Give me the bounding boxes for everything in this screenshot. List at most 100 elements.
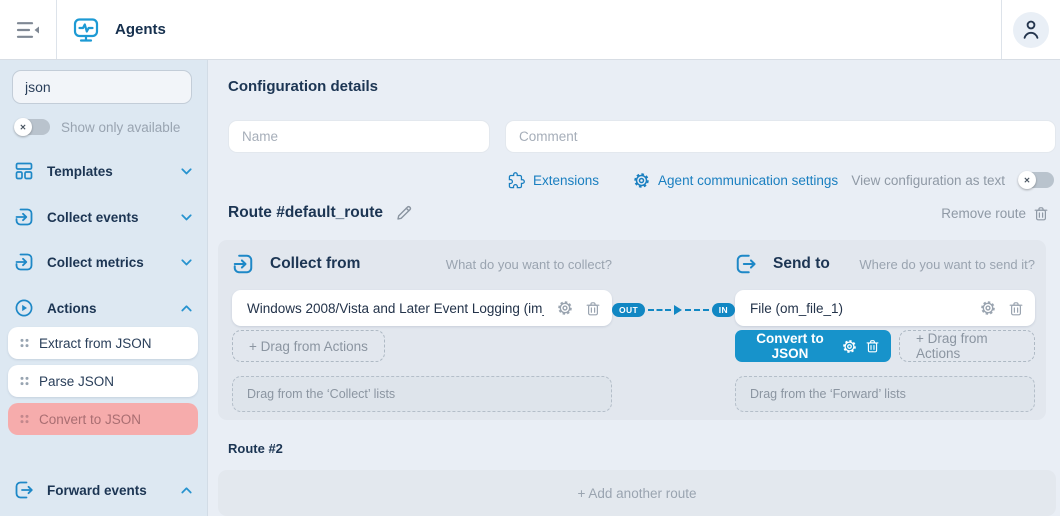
gear-icon bbox=[980, 300, 996, 316]
connector-arrow-icon bbox=[674, 305, 682, 315]
action-card-extract-from-json[interactable]: Extract from JSON bbox=[8, 327, 198, 359]
collapse-sidebar-icon bbox=[16, 21, 40, 39]
connector-dash-line bbox=[648, 309, 671, 311]
action-card-label: Parse JSON bbox=[39, 374, 114, 389]
show-only-available-toggle[interactable]: ✕ bbox=[14, 119, 50, 135]
main-content: Configuration details Extensions Agent c… bbox=[208, 60, 1060, 516]
send-module-delete-button[interactable] bbox=[1009, 301, 1023, 316]
collect-events-icon bbox=[14, 207, 34, 227]
add-another-route-button[interactable]: + Add another route bbox=[218, 470, 1056, 516]
convert-to-json-action-button[interactable]: Convert to JSON bbox=[735, 330, 891, 362]
send-module-settings-button[interactable] bbox=[980, 300, 996, 316]
route-panel: Collect from What do you want to collect… bbox=[218, 240, 1046, 420]
action-card-convert-to-json[interactable]: Convert to JSON bbox=[8, 403, 198, 435]
collect-dropzone-label: Drag from the ‘Collect’ lists bbox=[247, 387, 395, 401]
top-bar: Agents bbox=[0, 0, 1060, 60]
toggle-knob-x-icon: ✕ bbox=[1018, 171, 1036, 189]
drag-handle-icon bbox=[20, 414, 29, 424]
view-configuration-as-text-toggle[interactable]: ✕ bbox=[1018, 172, 1054, 188]
view-configuration-as-text-label: View configuration as text bbox=[851, 173, 1005, 188]
send-module-card[interactable]: File (om_file_1) bbox=[735, 290, 1035, 326]
search-input[interactable] bbox=[12, 70, 192, 104]
collect-lists-dropzone[interactable]: Drag from the ‘Collect’ lists bbox=[232, 376, 612, 412]
extensions-label: Extensions bbox=[533, 173, 599, 188]
sidebar-item-label: Collect metrics bbox=[47, 255, 168, 270]
forward-dropzone-label: Drag from the ‘Forward’ lists bbox=[750, 387, 906, 401]
sidebar-item-label: Actions bbox=[47, 301, 168, 316]
send-drag-from-actions-dropzone[interactable]: + Drag from Actions bbox=[899, 330, 1035, 362]
agent-communication-settings-link[interactable]: Agent communication settings bbox=[633, 172, 838, 189]
trash-icon bbox=[1009, 301, 1023, 316]
route2-title: Route #2 bbox=[228, 441, 283, 456]
forward-lists-dropzone[interactable]: Drag from the ‘Forward’ lists bbox=[735, 376, 1035, 412]
collect-from-column: Collect from What do you want to collect… bbox=[232, 240, 612, 420]
extensions-link[interactable]: Extensions bbox=[508, 172, 599, 189]
drag-handle-icon bbox=[20, 376, 29, 386]
header-divider-left bbox=[56, 0, 57, 59]
toggle-knob-x-icon: ✕ bbox=[14, 118, 32, 136]
connector-dash-line bbox=[685, 309, 708, 311]
chevron-down-icon bbox=[181, 214, 192, 221]
pencil-icon bbox=[395, 204, 413, 222]
collect-metrics-icon bbox=[14, 252, 34, 272]
collect-module-delete-button[interactable] bbox=[586, 301, 600, 316]
collapse-sidebar-button[interactable] bbox=[0, 0, 56, 59]
collect-from-title: Collect from bbox=[270, 255, 360, 273]
route-title: Route #default_route bbox=[228, 204, 383, 222]
out-badge: OUT bbox=[612, 303, 645, 318]
app-logo: Agents bbox=[70, 14, 166, 46]
agents-monitor-icon bbox=[70, 14, 102, 46]
action-card-parse-json[interactable]: Parse JSON bbox=[8, 365, 198, 397]
templates-icon bbox=[14, 161, 34, 181]
send-to-title: Send to bbox=[773, 255, 830, 273]
in-badge: IN bbox=[712, 303, 735, 318]
name-field[interactable] bbox=[228, 120, 490, 153]
trash-icon bbox=[1034, 206, 1048, 221]
collect-from-hint: What do you want to collect? bbox=[446, 257, 612, 272]
show-only-available-label: Show only available bbox=[61, 120, 180, 135]
action-card-label: Extract from JSON bbox=[39, 336, 152, 351]
action-card-label: Convert to JSON bbox=[39, 412, 141, 427]
sidebar-item-templates[interactable]: Templates bbox=[0, 153, 208, 189]
sidebar-item-collect-events[interactable]: Collect events bbox=[0, 199, 208, 235]
drag-from-actions-label: + Drag from Actions bbox=[916, 331, 1018, 361]
user-icon bbox=[1021, 19, 1041, 40]
user-menu-button[interactable] bbox=[1013, 12, 1049, 48]
chevron-down-icon bbox=[181, 259, 192, 266]
actions-play-icon bbox=[14, 298, 34, 318]
chevron-up-icon bbox=[181, 305, 192, 312]
puzzle-icon bbox=[508, 172, 525, 189]
sidebar-item-label: Collect events bbox=[47, 210, 168, 225]
edit-route-name-button[interactable] bbox=[395, 204, 413, 222]
chevron-up-icon bbox=[181, 487, 192, 494]
page-title: Agents bbox=[115, 21, 166, 38]
remove-route-button[interactable]: Remove route bbox=[941, 206, 1048, 221]
gear-icon bbox=[557, 300, 573, 316]
sidebar-item-label: Templates bbox=[47, 164, 168, 179]
configuration-details-title: Configuration details bbox=[228, 78, 378, 95]
sidebar-item-collect-metrics[interactable]: Collect metrics bbox=[0, 244, 208, 280]
agent-communication-settings-label: Agent communication settings bbox=[658, 173, 838, 188]
collect-module-card[interactable]: Windows 2008/Vista and Later Event Loggi… bbox=[232, 290, 612, 326]
collect-drag-from-actions-dropzone[interactable]: + Drag from Actions bbox=[232, 330, 385, 362]
drag-handle-icon bbox=[20, 338, 29, 348]
sidebar-item-actions[interactable]: Actions bbox=[0, 290, 208, 326]
send-to-icon bbox=[735, 253, 757, 275]
comment-field[interactable] bbox=[505, 120, 1056, 153]
collect-from-icon bbox=[232, 253, 254, 275]
route-connector: OUT IN bbox=[612, 302, 735, 318]
sidebar: ✕ Show only available Templates Collect … bbox=[0, 60, 208, 516]
drag-from-actions-label: + Drag from Actions bbox=[249, 339, 368, 354]
send-to-hint: Where do you want to send it? bbox=[859, 257, 1035, 272]
send-to-column: Send to Where do you want to send it? Fi… bbox=[735, 240, 1035, 420]
collect-module-label: Windows 2008/Vista and Later Event Loggi… bbox=[247, 301, 544, 316]
convert-to-json-label: Convert to JSON bbox=[747, 331, 833, 361]
collect-module-settings-button[interactable] bbox=[557, 300, 573, 316]
sidebar-item-label: Forward events bbox=[47, 483, 168, 498]
add-another-route-label: + Add another route bbox=[578, 486, 697, 501]
forward-events-icon bbox=[14, 480, 34, 500]
send-module-label: File (om_file_1) bbox=[750, 301, 967, 316]
sidebar-item-forward-events[interactable]: Forward events bbox=[0, 472, 208, 508]
trash-icon[interactable] bbox=[866, 339, 879, 353]
gear-icon[interactable] bbox=[842, 339, 857, 354]
